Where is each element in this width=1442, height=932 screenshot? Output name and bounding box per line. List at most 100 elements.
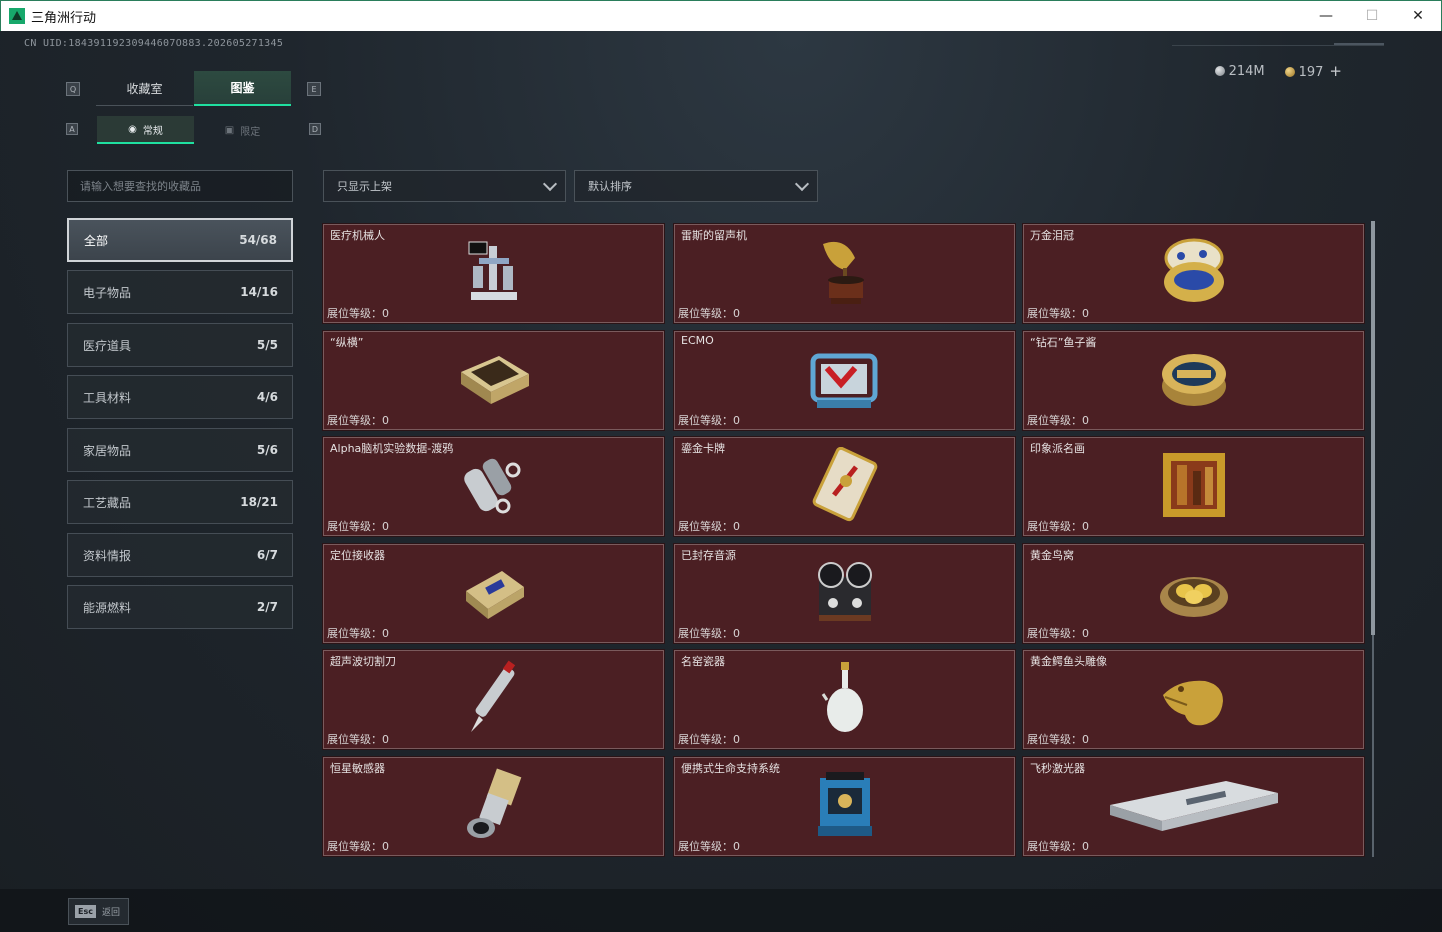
item-name: 名窑瓷器: [681, 655, 725, 668]
item-name: 已封存音源: [681, 549, 736, 562]
item-level: 展位等级：0: [678, 731, 740, 747]
key-hint-e: E: [307, 82, 321, 96]
category-energy[interactable]: 能源燃料 2/7: [67, 585, 293, 629]
item-level: 展位等级：0: [1027, 731, 1089, 747]
search-input[interactable]: 请输入想要查找的收藏品: [67, 170, 293, 202]
gramophone-icon: [805, 236, 885, 308]
image-icon: ▣: [224, 124, 235, 136]
category-crafts[interactable]: 工艺藏品 18/21: [67, 480, 293, 524]
category-label: 工具材料: [83, 390, 132, 405]
category-label: 电子物品: [83, 285, 132, 300]
level-value: 0: [382, 840, 389, 853]
level-prefix: 展位等级：: [327, 414, 382, 427]
level-value: 0: [1082, 627, 1089, 640]
divider: [1334, 43, 1384, 45]
item-level: 展位等级：0: [678, 625, 740, 641]
item-level: 展位等级：0: [1027, 625, 1089, 641]
collection-item-card[interactable]: 印象派名画展位等级：0: [1022, 436, 1365, 537]
scrollbar-thumb[interactable]: [1371, 221, 1375, 635]
category-label: 医疗道具: [83, 338, 132, 353]
item-level: 展位等级：0: [1027, 838, 1089, 854]
level-value: 0: [1082, 307, 1089, 320]
subtab-limited[interactable]: ▣ 限定: [194, 116, 291, 144]
level-value: 0: [733, 520, 740, 533]
collection-item-card[interactable]: 鎏金卡牌 展位等级：0: [673, 436, 1016, 537]
category-tools[interactable]: 工具材料 4/6: [67, 375, 293, 419]
minimize-button[interactable]: —: [1303, 1, 1349, 31]
collection-item-card[interactable]: 万金泪冠展位等级：0: [1022, 223, 1365, 324]
item-name: 黄金鸟窝: [1030, 549, 1074, 562]
gold-crocodile-icon: [1154, 662, 1234, 734]
chevron-down-icon: [542, 176, 558, 191]
subtab-regular[interactable]: ◉ 常规: [97, 116, 194, 144]
close-button[interactable]: ✕: [1395, 1, 1441, 31]
tab-catalog[interactable]: 图鉴: [194, 71, 291, 106]
category-label: 资料情报: [83, 548, 132, 563]
collection-item-card[interactable]: 便携式生命支持系统 展位等级：0: [673, 756, 1016, 857]
window-title: 三角洲行动: [31, 10, 97, 26]
category-count: 5/5: [256, 338, 278, 352]
ultrasonic-knife-icon: [454, 660, 534, 734]
level-value: 0: [733, 840, 740, 853]
category-intel[interactable]: 资料情报 6/7: [67, 533, 293, 577]
collection-item-card[interactable]: ECMO 展位等级：0: [673, 330, 1016, 431]
category-medical[interactable]: 医疗道具 5/5: [67, 323, 293, 367]
add-currency-button[interactable]: +: [1329, 62, 1342, 80]
collection-item-card[interactable]: “钻石”鱼子酱 展位等级：0: [1022, 330, 1365, 431]
shelf-filter-dropdown[interactable]: 只显示上架: [323, 170, 566, 202]
collection-item-card[interactable]: 恒星敏感器 展位等级：0: [322, 756, 665, 857]
collection-item-card[interactable]: “纵横” 展位等级：0: [322, 330, 665, 431]
framed-painting-icon: [1154, 449, 1234, 521]
item-level: 展位等级：0: [678, 838, 740, 854]
level-value: 0: [382, 307, 389, 320]
collection-item-card[interactable]: 名窑瓷器展位等级：0: [673, 649, 1016, 750]
category-count: 14/16: [240, 285, 278, 299]
back-button[interactable]: Esc 返回: [68, 898, 129, 925]
category-electronics[interactable]: 电子物品 14/16: [67, 270, 293, 314]
collection-item-card[interactable]: 雷斯的留声机 展位等级：0: [673, 223, 1016, 324]
category-count: 2/7: [256, 600, 278, 614]
ecmo-machine-icon: [805, 343, 885, 415]
item-level: 展位等级：0: [327, 731, 389, 747]
item-level: 展位等级：0: [1027, 305, 1089, 321]
esc-key-hint: Esc: [75, 905, 96, 918]
category-household[interactable]: 家居物品 5/6: [67, 428, 293, 472]
category-count: 5/6: [256, 443, 278, 457]
item-level: 展位等级：0: [1027, 518, 1089, 534]
subtab-regular-label: 常规: [142, 125, 163, 137]
category-label: 能源燃料: [83, 600, 132, 615]
item-name: 万金泪冠: [1030, 229, 1074, 242]
collection-item-card[interactable]: 定位接收器 展位等级：0: [322, 543, 665, 644]
level-value: 0: [733, 627, 740, 640]
gold-coin-icon: [1284, 67, 1295, 77]
level-prefix: 展位等级：: [1027, 307, 1082, 320]
app-logo-icon: [9, 8, 25, 24]
maximize-button[interactable]: ☐: [1349, 1, 1395, 31]
tab-collection-room[interactable]: 收藏室: [96, 71, 193, 106]
item-level: 展位等级：0: [327, 838, 389, 854]
collection-item-card[interactable]: 飞秒激光器 展位等级：0: [1022, 756, 1365, 857]
sort-dropdown[interactable]: 默认排序: [574, 170, 818, 202]
receiver-icon: [454, 556, 534, 628]
category-label: 工艺藏品: [83, 495, 132, 510]
medical-robot-icon: [454, 236, 534, 308]
collection-item-card[interactable]: 黄金鸟窝展位等级：0: [1022, 543, 1365, 644]
level-prefix: 展位等级：: [678, 840, 733, 853]
item-level: 展位等级：0: [678, 305, 740, 321]
collection-item-card[interactable]: 黄金鳄鱼头雕像 展位等级：0: [1022, 649, 1365, 750]
uid-text: CN UID:18439119230944607O883.20260527134…: [24, 38, 284, 49]
collection-item-card[interactable]: Alpha脑机实验数据-渡鸦 展位等级：0: [322, 436, 665, 537]
silver-coin-icon: [1214, 65, 1225, 76]
item-grid: 医疗机械人 展位等级：0 雷斯的留声机 展位等级：0 万金泪冠 展位等级：0 “纵横” 展位等…: [322, 223, 1365, 857]
item-name: “钻石”鱼子酱: [1030, 336, 1097, 349]
item-name: 印象派名画: [1030, 442, 1085, 455]
level-value: 0: [382, 414, 389, 427]
level-value: 0: [382, 733, 389, 746]
collection-item-card[interactable]: 超声波切割刀 展位等级：0: [322, 649, 665, 750]
level-value: 0: [1082, 840, 1089, 853]
collection-item-card[interactable]: 已封存音源展位等级：0: [673, 543, 1016, 644]
collection-item-card[interactable]: 医疗机械人 展位等级：0: [322, 223, 665, 324]
category-all[interactable]: 全部 54/68: [67, 218, 293, 262]
femtosecond-laser-icon: [1104, 769, 1284, 841]
level-value: 0: [733, 414, 740, 427]
